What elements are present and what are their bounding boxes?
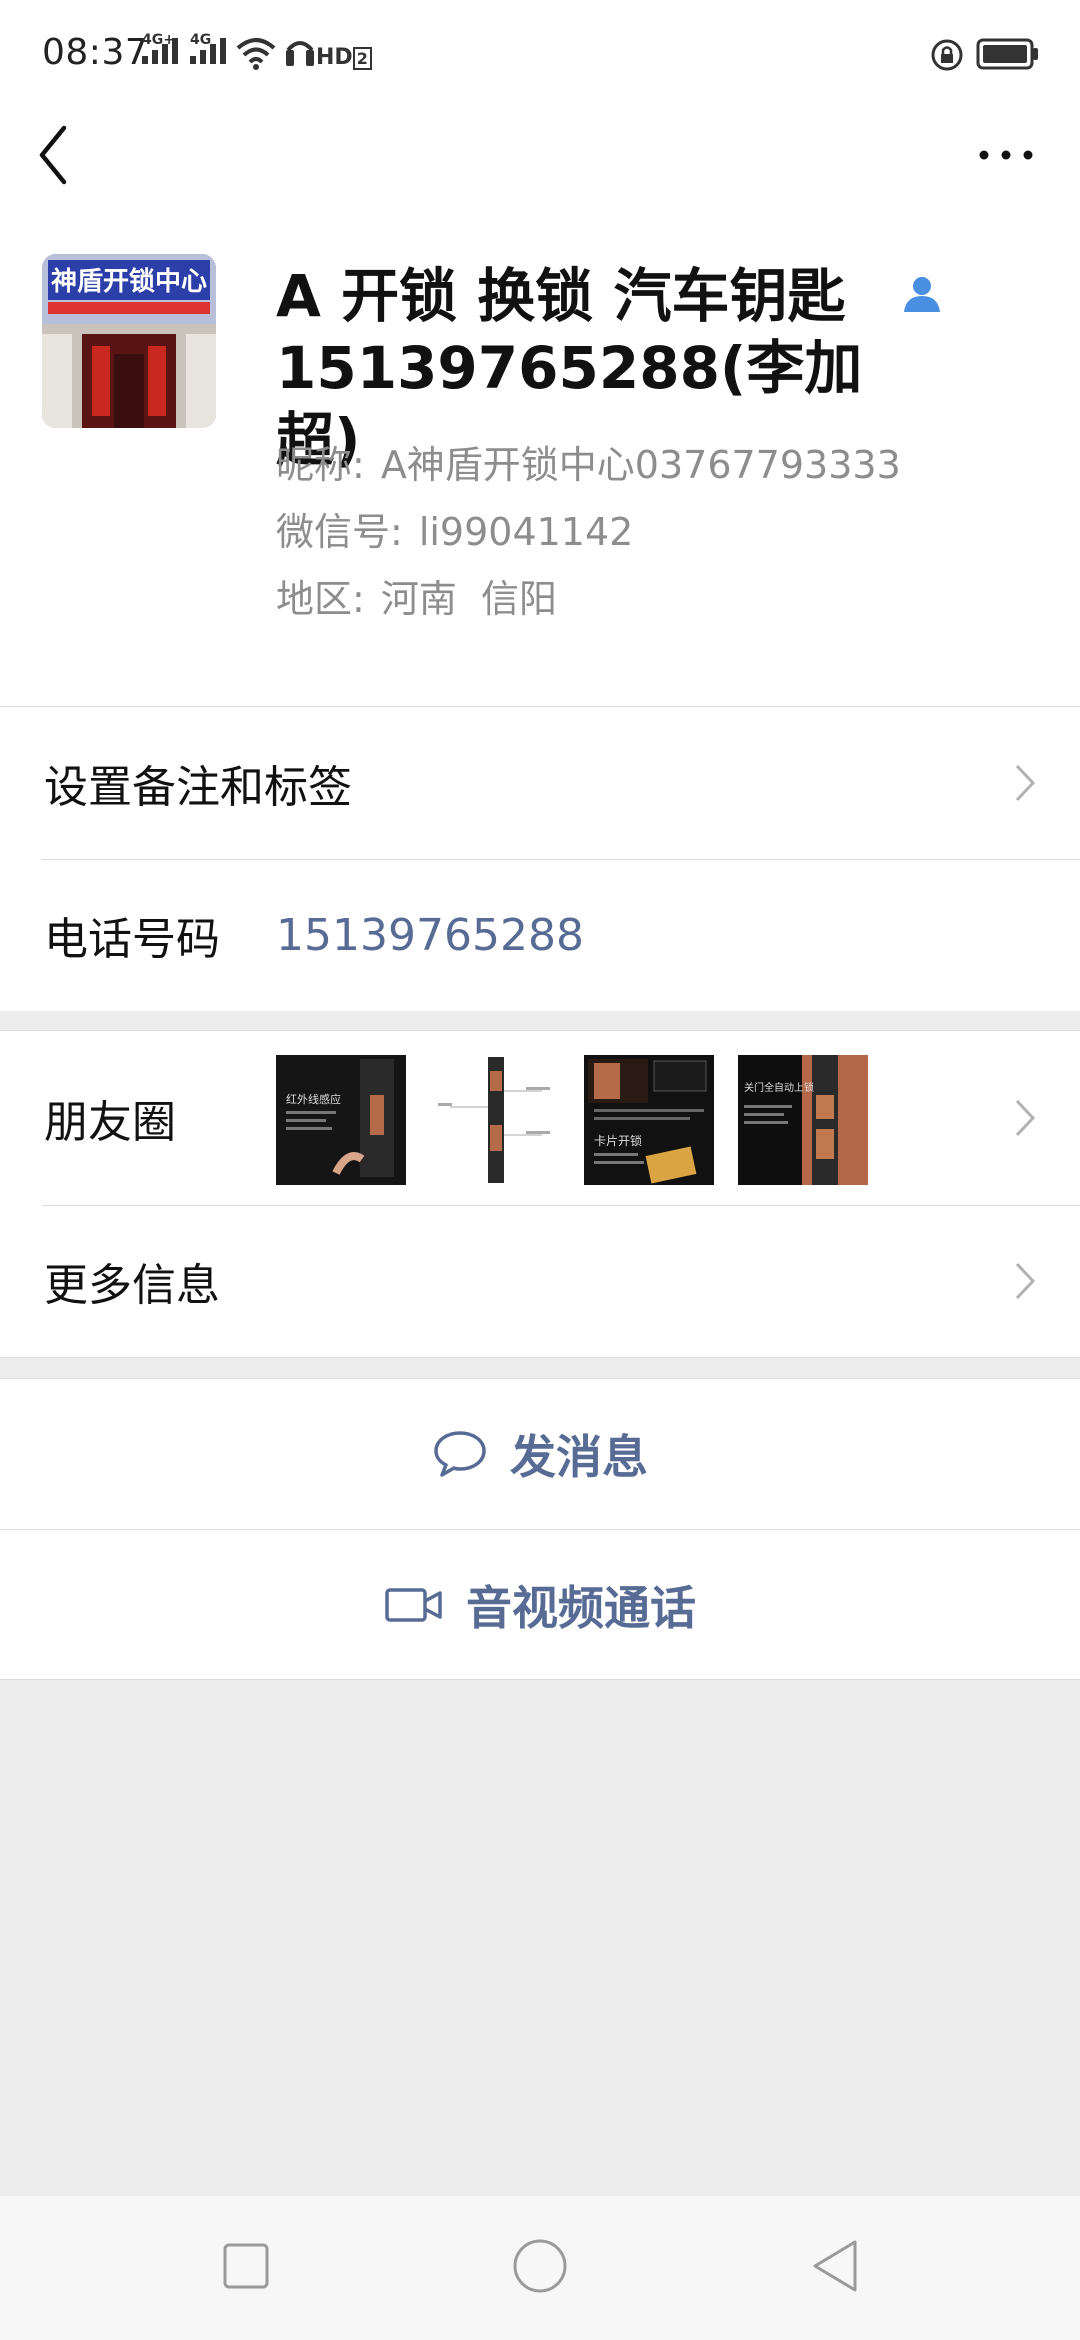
battery-icon (976, 38, 1038, 70)
divider (42, 1205, 1080, 1206)
status-time: 08:37 (42, 32, 149, 73)
phone-label: 电话号码 (44, 914, 220, 965)
moments-section: 朋友圈 红外线感应 卡片开锁 关门全自动上锁 更多信息 (0, 1030, 1080, 1358)
chevron-right-icon (1015, 1099, 1036, 1137)
signal-2-icon: 4G (190, 32, 226, 64)
svg-text:卡片开锁: 卡片开锁 (594, 1133, 642, 1148)
avatar[interactable]: 神盾开锁中心 (42, 254, 216, 428)
moments-row[interactable]: 朋友圈 红外线感应 卡片开锁 关门全自动上锁 (0, 1031, 1080, 1205)
moments-label: 朋友圈 (44, 1097, 176, 1148)
avatar-sign-text: 神盾开锁中心 (51, 266, 207, 297)
nickname-value: A神盾开锁中心03767793333 (380, 443, 901, 487)
profile-header: 神盾开锁中心 A 开锁 换锁 汽车钥匙 15139765288(李加超) 昵称:… (0, 240, 1080, 706)
wechat-id-line: 微信号: li99041142 (276, 510, 634, 554)
phone-row[interactable]: 电话号码 15139765288 (0, 859, 1080, 1011)
region-line: 地区: 河南 信阳 (276, 577, 557, 621)
chat-bubble-icon (434, 1431, 486, 1477)
system-navigation-bar (0, 2196, 1080, 2340)
remark-tags-label: 设置备注和标签 (44, 762, 352, 813)
region-value: 河南 信阳 (380, 577, 557, 621)
video-camera-icon (385, 1587, 442, 1622)
moments-thumb[interactable]: 卡片开锁 (584, 1055, 714, 1185)
recent-apps-square-icon[interactable] (222, 2242, 270, 2290)
hd-voice-icon: HD 2 (284, 36, 372, 70)
wifi-icon (236, 38, 276, 70)
moments-thumb[interactable]: 红外线感应 (276, 1055, 406, 1185)
svg-text:红外线感应: 红外线感应 (286, 1092, 341, 1106)
video-call-button[interactable]: 音视频通话 (0, 1529, 1080, 1679)
send-message-label: 发消息 (510, 1430, 648, 1484)
home-circle-icon[interactable] (512, 2238, 568, 2294)
actions-section: 发消息 音视频通话 (0, 1378, 1080, 1680)
moments-thumb[interactable]: 关门全自动上锁 (738, 1055, 868, 1185)
nickname-line: 昵称: A神盾开锁中心03767793333 (276, 443, 901, 487)
more-info-row[interactable]: 更多信息 (0, 1205, 1080, 1357)
signal-1-icon: 4G+ (142, 32, 178, 64)
chevron-right-icon (1015, 1262, 1036, 1300)
chevron-right-icon (1015, 764, 1036, 802)
moments-thumbnails: 红外线感应 卡片开锁 关门全自动上锁 (276, 1055, 868, 1185)
contact-person-icon (904, 277, 940, 312)
moments-thumb[interactable] (430, 1055, 560, 1185)
wechat-id-value: li99041142 (418, 510, 634, 554)
remark-tags-row[interactable]: 设置备注和标签 (0, 707, 1080, 859)
more-options-icon[interactable] (976, 140, 1036, 170)
status-bar: 08:37 4G+ 4G HD 2 (0, 0, 1080, 110)
info-section: 设置备注和标签 电话号码 15139765288 (0, 706, 1080, 1011)
back-triangle-icon[interactable] (810, 2238, 860, 2294)
more-info-label: 更多信息 (44, 1260, 220, 1311)
divider (42, 859, 1080, 860)
svg-text:关门全自动上锁: 关门全自动上锁 (744, 1081, 814, 1094)
back-arrow-icon[interactable] (34, 120, 74, 190)
send-message-button[interactable]: 发消息 (0, 1379, 1080, 1529)
rotation-lock-icon (931, 39, 963, 71)
video-call-label: 音视频通话 (466, 1580, 696, 1635)
phone-number-link[interactable]: 15139765288 (276, 910, 584, 961)
top-bar (0, 110, 1080, 240)
